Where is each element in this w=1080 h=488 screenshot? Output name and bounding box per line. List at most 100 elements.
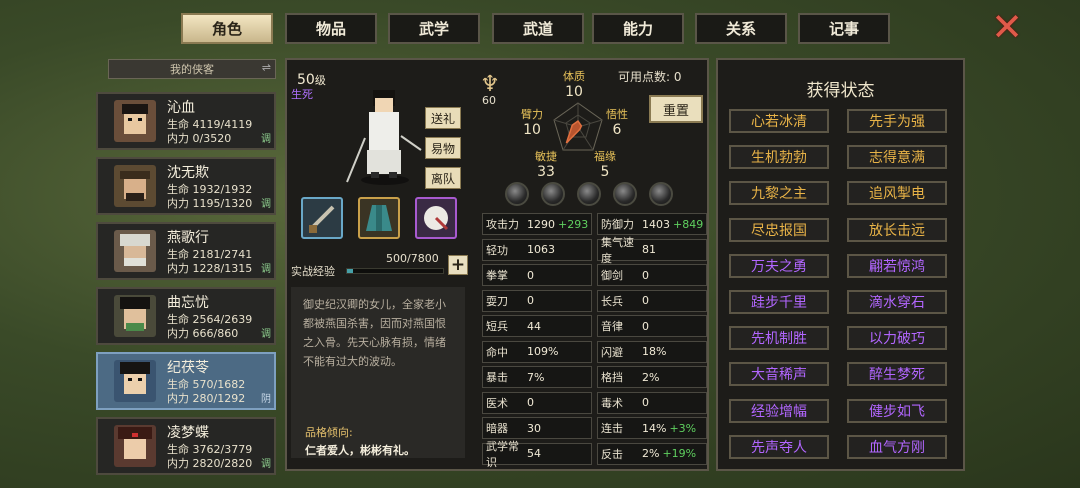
attr-luck: 福缘 5 [594, 148, 616, 180]
hero-name: 曲忘忧 [167, 295, 209, 311]
attr-agility: 敏捷 33 [535, 148, 557, 180]
stat-row: 轻功 1063 [482, 238, 592, 261]
stat-label: 拳掌 [486, 269, 508, 282]
state-badge[interactable]: 经验增幅 [729, 398, 829, 423]
tab-martial-way[interactable]: 武道 [492, 13, 584, 44]
status-text: 生死 [291, 88, 313, 101]
tab-martial-arts[interactable]: 武学 [388, 13, 480, 44]
hero-card[interactable]: 凌梦蝶 生命 3762/3779 内力 2820/2820 调 [96, 417, 276, 475]
state-badge[interactable]: 九黎之主 [729, 181, 829, 206]
stat-label: 集气速度 [601, 235, 634, 265]
orb-slot[interactable] [613, 182, 637, 206]
stat-row: 音律 0 [597, 315, 707, 337]
character-portrait [346, 90, 422, 185]
trade-button[interactable]: 易物 [425, 137, 461, 159]
robe-icon [366, 205, 392, 231]
state-badge[interactable]: 生机勃勃 [729, 145, 829, 170]
armor-slot[interactable] [358, 197, 400, 239]
state-badge[interactable]: 先声夺人 [729, 434, 829, 459]
state-badge[interactable]: 先手为强 [847, 109, 947, 133]
stat-value: 1403 [642, 217, 670, 231]
state-badge[interactable]: 先机制胜 [729, 326, 829, 351]
attr-name: 体质 [563, 70, 585, 83]
hero-card[interactable]: 曲忘忧 生命 2564/2639 内力 666/860 调 [96, 287, 276, 345]
hero-card[interactable]: 沈无欺 生命 1932/1932 内力 1195/1320 调 [96, 157, 276, 215]
hero-name: 沁血 [167, 100, 195, 116]
xp-bar-fill [347, 269, 354, 273]
hero-card[interactable]: 沁血 生命 4119/4119 内力 0/3520 调 [96, 92, 276, 150]
stat-bonus: +3% [669, 421, 697, 435]
close-icon[interactable]: ✕ [990, 8, 1024, 46]
reset-button[interactable]: 重置 [649, 95, 703, 123]
stat-row: 连击 14% +3% [597, 417, 707, 439]
tab-items[interactable]: 物品 [285, 13, 377, 44]
state-badge[interactable]: 万夫之勇 [729, 253, 829, 278]
hero-avatar [114, 295, 156, 337]
stat-bonus: +293 [558, 217, 589, 231]
hero-name: 燕歌行 [167, 230, 209, 246]
stat-row: 御剑 0 [597, 264, 707, 286]
stat-label: 长兵 [601, 294, 623, 308]
leave-button[interactable]: 离队 [425, 167, 461, 189]
hero-mp: 内力 0/3520 [167, 132, 232, 145]
state-badge[interactable]: 以力破巧 [847, 326, 947, 351]
hero-avatar [114, 360, 156, 402]
state-badge[interactable]: 志得意满 [847, 145, 947, 170]
tab-character[interactable]: 角色 [181, 13, 273, 44]
stat-value: 18% [642, 345, 667, 358]
dagger-icon [309, 205, 335, 233]
orb-slot[interactable] [541, 182, 565, 206]
stat-label: 反击 [601, 447, 623, 461]
state-badge[interactable]: 跬步千里 [729, 290, 829, 314]
stat-row: 反击 2% +19% [597, 442, 707, 465]
attr-value: 33 [537, 164, 555, 180]
stat-label: 毒术 [601, 396, 623, 410]
hero-card-selected[interactable]: 纪茯苓 生命 570/1682 内力 280/1292 阴 [96, 352, 276, 410]
weapon-slot[interactable] [301, 197, 343, 239]
add-xp-button[interactable]: + [448, 255, 468, 275]
state-badge[interactable]: 追风掣电 [847, 181, 947, 206]
medal-value: 60 [482, 94, 496, 107]
state-badge[interactable]: 血气方刚 [847, 434, 947, 459]
tab-abilities[interactable]: 能力 [592, 13, 684, 44]
hero-name: 沈无欺 [167, 165, 209, 181]
stat-label: 暗器 [486, 422, 508, 435]
stat-value: 81 [642, 243, 656, 256]
hero-tag: 阴 [261, 394, 271, 405]
orb-slot[interactable] [505, 182, 529, 206]
attr-name: 臂力 [521, 108, 543, 121]
stat-label: 闪避 [601, 345, 623, 359]
state-badge[interactable]: 健步如飞 [847, 398, 947, 423]
state-badge[interactable]: 大音稀声 [729, 362, 829, 387]
hero-tag: 调 [261, 199, 271, 210]
attr-constitution: 体质 10 [563, 68, 585, 100]
stat-label: 暴击 [486, 371, 508, 384]
state-badge[interactable]: 放长击远 [847, 217, 947, 242]
state-badge[interactable]: 滴水穿石 [847, 290, 947, 314]
state-badge[interactable]: 醉生梦死 [847, 362, 947, 387]
xp-bar [346, 268, 444, 274]
stat-label: 医术 [486, 396, 508, 410]
stat-label: 格挡 [601, 371, 623, 384]
stat-row: 医术 0 [482, 391, 592, 414]
state-badge[interactable]: 翩若惊鸿 [847, 253, 947, 278]
tab-journal[interactable]: 记事 [798, 13, 890, 44]
orb-slot[interactable] [649, 182, 673, 206]
stat-row: 暗器 30 [482, 417, 592, 439]
stat-row: 暴击 7% [482, 366, 592, 388]
stat-label: 武学常识 [486, 439, 519, 469]
state-badge[interactable]: 尽忠报国 [729, 217, 829, 242]
hero-avatar [114, 425, 156, 467]
tab-relations[interactable]: 关系 [695, 13, 787, 44]
stat-row: 攻击力 1290 +293 [482, 213, 592, 235]
gift-button[interactable]: 送礼 [425, 107, 461, 129]
accessory-slot[interactable] [415, 197, 457, 239]
hero-card[interactable]: 燕歌行 生命 2181/2741 内力 1228/1315 调 [96, 222, 276, 280]
attr-value: 5 [600, 164, 610, 180]
stat-label: 音律 [601, 320, 623, 333]
swap-icon[interactable]: ⇌ [262, 61, 271, 74]
stat-label: 御剑 [601, 269, 623, 282]
state-badge[interactable]: 心若冰清 [729, 109, 829, 133]
attr-value: 10 [523, 122, 541, 138]
orb-slot[interactable] [577, 182, 601, 206]
